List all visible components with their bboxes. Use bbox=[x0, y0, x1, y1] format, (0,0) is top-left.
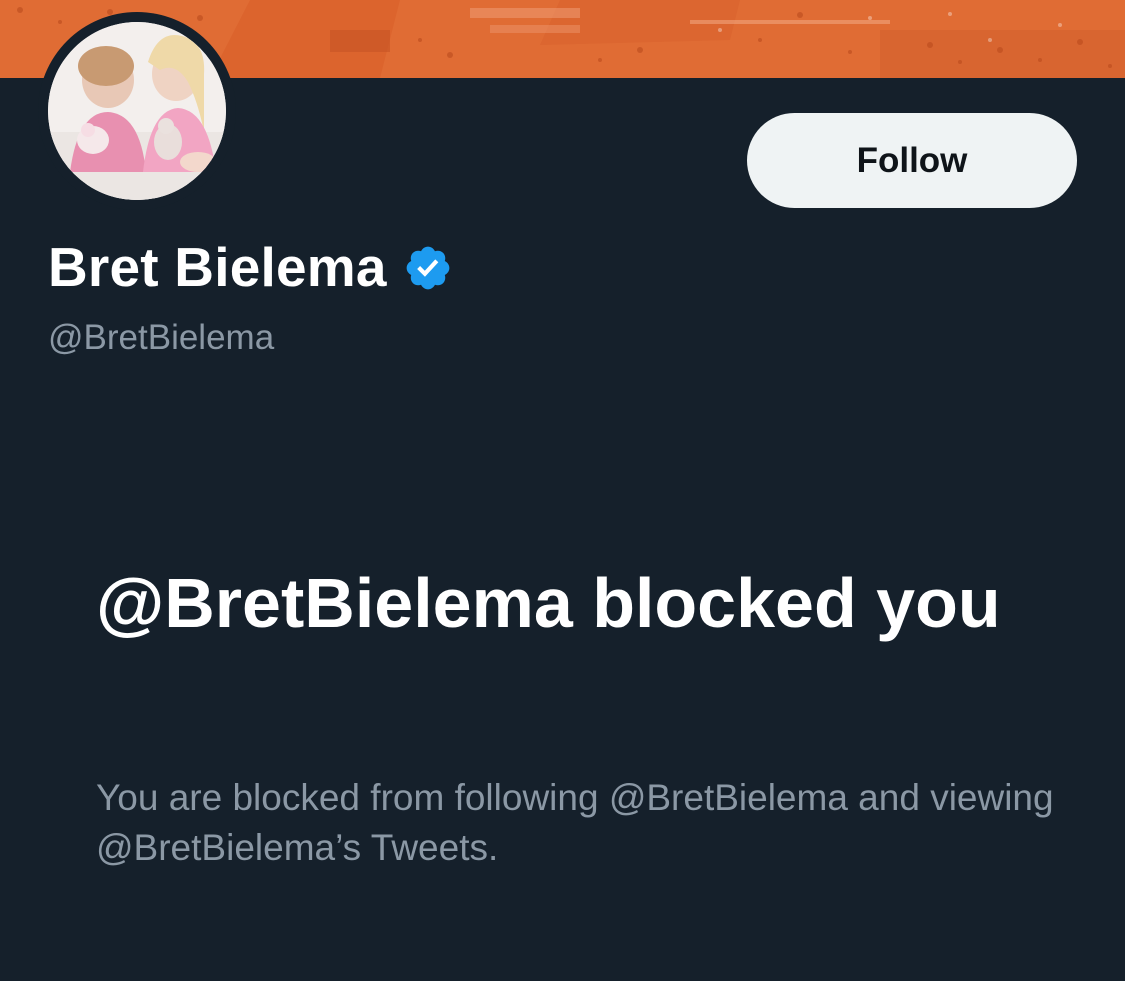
follow-button[interactable]: Follow bbox=[747, 113, 1077, 208]
profile-name-row: Bret Bielema bbox=[48, 232, 453, 302]
verified-badge-icon bbox=[406, 246, 450, 290]
blocked-notice-title: @BretBielema blocked you bbox=[96, 564, 1001, 642]
display-name: Bret Bielema bbox=[48, 236, 387, 298]
profile-photo bbox=[48, 22, 226, 200]
avatar[interactable] bbox=[38, 12, 236, 210]
profile-handle: @BretBielema bbox=[48, 318, 275, 357]
blocked-notice-description: You are blocked from following @BretBiel… bbox=[96, 777, 1054, 868]
